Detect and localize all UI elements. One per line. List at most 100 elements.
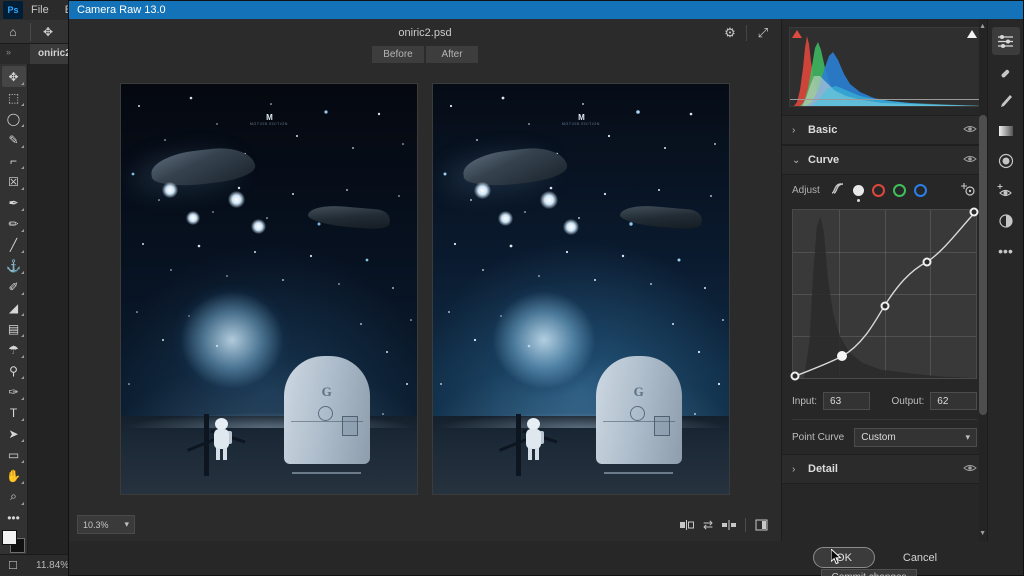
hand-tool-glyph: ✋ <box>6 468 21 483</box>
pen-tool[interactable]: ✑ <box>2 381 26 402</box>
eye-icon[interactable] <box>963 463 977 476</box>
more-tools-button[interactable]: ••• <box>2 507 26 528</box>
path-selection-tool[interactable]: ➤ <box>2 423 26 444</box>
scroll-down-arrow-icon[interactable]: ▼ <box>979 530 986 537</box>
red-eye-tool[interactable] <box>992 177 1020 205</box>
blue-channel-button[interactable] <box>913 183 927 197</box>
adjustment-brush-tool[interactable] <box>992 87 1020 115</box>
foreground-color-swatch[interactable] <box>1 530 17 545</box>
cancel-button[interactable]: Cancel <box>889 547 951 568</box>
scroll-up-arrow-icon[interactable]: ▲ <box>979 23 986 30</box>
marquee-tool[interactable]: ⬚ <box>2 87 26 108</box>
color-swatches[interactable] <box>1 530 26 554</box>
tone-curve-line <box>793 210 976 378</box>
camera-raw-tool-strip: ••• <box>987 19 1023 541</box>
type-tool[interactable]: T <box>2 402 26 423</box>
ok-button[interactable]: OK <box>813 547 875 568</box>
engine-glow <box>539 190 558 209</box>
collapse-arrows-icon[interactable]: » <box>6 47 11 57</box>
section-basic[interactable]: › Basic <box>782 115 987 145</box>
brush-tool[interactable]: ╱ <box>2 234 26 255</box>
after-preview-image[interactable]: M MOTION EDITION G <box>432 83 730 495</box>
input-field[interactable]: 63 <box>823 392 870 410</box>
curve-point-mid[interactable] <box>880 301 889 311</box>
water-tank: G <box>283 356 370 474</box>
clone-stamp-tool[interactable]: ⚓ <box>2 255 26 276</box>
before-after-top-bottom-icon[interactable] <box>722 519 736 531</box>
image-preview-canvas[interactable]: M MOTION EDITION G M MOTION EDITION G <box>69 67 781 511</box>
curve-point-black[interactable] <box>790 371 800 381</box>
swap-before-after-icon[interactable]: ⇄ <box>703 518 713 532</box>
clone-stamp-glyph: ⚓ <box>6 258 21 273</box>
presets-tool[interactable] <box>992 207 1020 235</box>
move-tool[interactable]: ✥ <box>1 66 26 87</box>
brush-tool-glyph: ╱ <box>9 237 18 252</box>
after-button[interactable]: After <box>426 46 478 63</box>
eye-icon[interactable] <box>963 154 977 167</box>
zoom-tool[interactable]: ⌕ <box>2 486 26 507</box>
tank-legs <box>604 464 674 474</box>
green-channel-button[interactable] <box>892 183 906 197</box>
camera-raw-edit-panel: › Basic ⌄ Curve Adjust Input: 63 Output:… <box>781 19 987 541</box>
before-button[interactable]: Before <box>372 46 424 63</box>
gradient-tool[interactable]: ▤ <box>2 318 26 339</box>
red-channel-button[interactable] <box>871 183 885 197</box>
more-options-tool[interactable]: ••• <box>992 237 1020 265</box>
frame-tool[interactable]: ☒ <box>2 171 26 192</box>
point-curve-row: Point Curve Custom ▾ <box>782 420 987 454</box>
input-output-row: Input: 63 Output: 62 <box>782 385 987 417</box>
output-label: Output: <box>891 395 925 407</box>
eyedropper-tool[interactable]: ✒ <box>2 192 26 213</box>
section-curve[interactable]: ⌄ Curve <box>782 145 987 175</box>
shadow-clipping-indicator[interactable] <box>792 30 802 38</box>
camera-raw-titlebar: Camera Raw 13.0 <box>69 1 1023 19</box>
blur-tool[interactable]: ☂ <box>2 339 26 360</box>
before-after-left-right-icon[interactable] <box>679 519 694 531</box>
tone-curve-graph[interactable] <box>790 207 979 381</box>
move-tool-icon[interactable]: ✥ <box>35 21 61 43</box>
curve-point-white[interactable] <box>969 207 979 217</box>
before-preview-image[interactable]: M MOTION EDITION G <box>120 83 418 495</box>
astronaut-body <box>525 429 541 449</box>
gear-icon[interactable]: ⚙ <box>718 22 742 44</box>
chevron-down-icon: ⌄ <box>792 154 801 166</box>
edit-tool[interactable] <box>991 27 1020 55</box>
zoom-level-selector[interactable]: 10.3% ▾ <box>77 515 135 534</box>
tone-curve-container <box>782 205 987 385</box>
tank-legs <box>292 464 362 474</box>
dodge-tool[interactable]: ⚲ <box>2 360 26 381</box>
single-view-icon[interactable] <box>755 519 769 531</box>
duplicate-layer-icon[interactable]: ☐ <box>8 559 18 572</box>
point-curve-value: Custom <box>861 431 896 443</box>
eraser-tool[interactable]: ◢ <box>2 297 26 318</box>
lasso-tool[interactable]: ◯ <box>2 108 26 129</box>
quick-selection-tool[interactable]: ✎ <box>2 129 26 150</box>
filename-label: oniric2.psd <box>398 26 452 39</box>
home-icon[interactable]: ⌂ <box>0 21 26 43</box>
point-curve-button[interactable] <box>852 184 864 202</box>
crop-tool[interactable]: ⌐ <box>2 150 26 171</box>
graduated-filter-tool[interactable] <box>992 117 1020 145</box>
path-selection-glyph: ➤ <box>8 426 19 441</box>
rectangle-tool[interactable]: ▭ <box>2 444 26 465</box>
curve-point-selected[interactable] <box>837 351 848 362</box>
histogram[interactable] <box>789 27 980 107</box>
curve-point-upper[interactable] <box>922 257 932 267</box>
healing-brush-tool[interactable]: ✏ <box>2 213 26 234</box>
eye-icon[interactable] <box>963 124 977 137</box>
hand-tool[interactable]: ✋ <box>2 465 26 486</box>
spot-removal-tool[interactable] <box>992 57 1020 85</box>
radial-filter-tool[interactable] <box>992 147 1020 175</box>
astronaut-figure <box>525 418 544 460</box>
fullscreen-icon[interactable]: ⤢ <box>751 22 775 44</box>
parametric-curve-button[interactable] <box>830 182 845 198</box>
history-brush-tool[interactable]: ✐ <box>2 276 26 297</box>
menu-file[interactable]: File <box>23 0 57 20</box>
section-detail[interactable]: › Detail <box>782 454 987 484</box>
output-field[interactable]: 62 <box>930 392 977 410</box>
point-curve-select[interactable]: Custom ▾ <box>854 427 977 447</box>
highlight-clipping-indicator[interactable] <box>967 30 977 38</box>
scrollbar-thumb[interactable] <box>979 115 987 415</box>
edit-panel-scrollbar[interactable]: ▲ ▼ <box>979 19 987 541</box>
target-adjustment-tool-icon[interactable] <box>961 181 977 200</box>
